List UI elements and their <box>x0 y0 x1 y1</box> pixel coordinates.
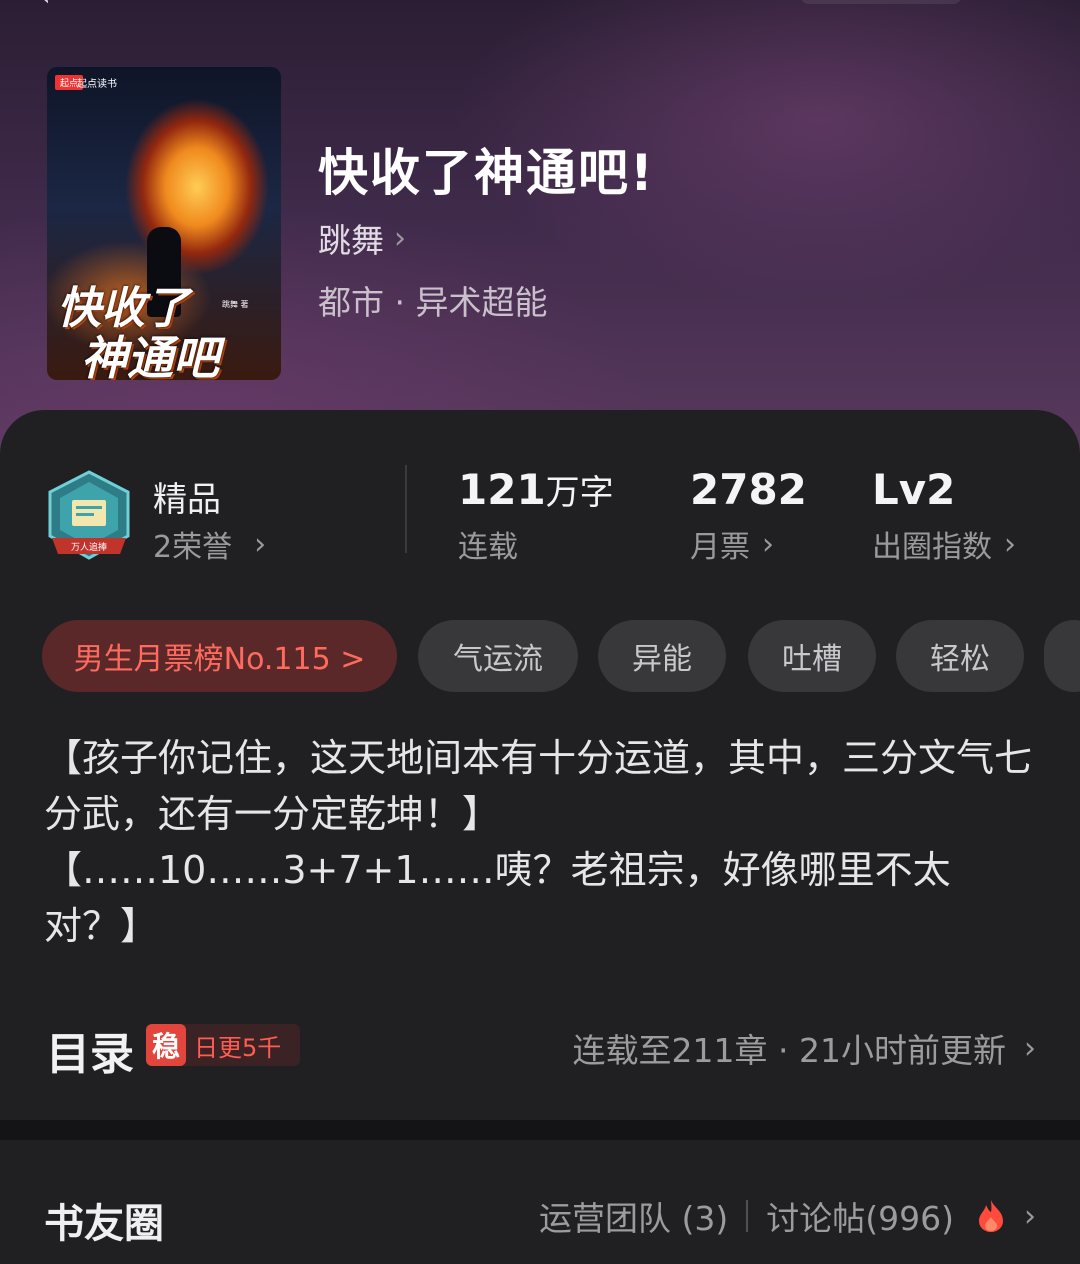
honor-title: 精品 <box>153 480 221 520</box>
tag-item[interactable]: 气运流 <box>418 620 578 692</box>
stat-word-count: 121万字 连载 <box>458 465 614 566</box>
book-cover[interactable]: 起点 起点读书 快收了 神通吧 跳舞 著 <box>47 67 281 380</box>
chevron-right-icon: › <box>254 526 267 562</box>
book-title: 快收了神通吧! <box>318 144 655 202</box>
tag-label: 异能 <box>632 642 692 677</box>
popularity-label: 出圈指数 <box>872 530 992 565</box>
toc-title[interactable]: 目录 <box>46 1018 134 1082</box>
community-title[interactable]: 书友圈 <box>44 1191 164 1249</box>
community-link[interactable]: 运营团队 (3) 讨论帖(996) › <box>539 1192 1036 1240</box>
tag-item[interactable]: 异能 <box>598 620 726 692</box>
cover-title-line2: 神通吧 <box>81 331 219 380</box>
honor-link[interactable]: 2荣誉 › <box>153 522 266 566</box>
popularity-level: Lv2 <box>872 465 956 514</box>
word-count-unit: 万字 <box>545 473 614 513</box>
operation-team: 运营团队 (3) <box>539 1199 729 1238</box>
honor-icon-caption: 万人追捧 <box>71 541 107 553</box>
update-rate: 日更5千 <box>194 1033 282 1062</box>
tag-label: 吐槽 <box>782 642 842 677</box>
word-count-label: 连载 <box>458 530 518 565</box>
top-pill <box>800 0 962 4</box>
genre-label: 都市 · 异术超能 <box>318 283 548 322</box>
honor-badge-icon[interactable]: 万人追捧 <box>44 470 134 562</box>
divider <box>746 1200 749 1232</box>
honor-count: 2荣誉 <box>153 530 233 565</box>
monthly-tickets-label: 月票 <box>690 530 750 565</box>
tag-label: 气运流 <box>453 642 543 677</box>
author-name: 跳舞 <box>318 221 384 260</box>
tag-rank[interactable]: 男生月票榜No.115 > <box>42 620 397 692</box>
tag-item[interactable]: 轻松 <box>896 620 1024 692</box>
cover-author-mark: 跳舞 著 <box>222 300 249 309</box>
chevron-right-icon: › <box>762 526 774 562</box>
toc-status: 连载至211章 · 21小时前更新 <box>572 1031 1006 1070</box>
fire-icon <box>976 1199 1006 1233</box>
update-badge: 稳 日更5千 <box>146 1024 300 1066</box>
stable-update-icon: 稳 <box>146 1024 186 1066</box>
chevron-right-icon: › <box>1004 526 1016 562</box>
chevron-right-icon: › <box>394 220 406 256</box>
toc-status-link[interactable]: 连载至211章 · 21小时前更新 › <box>573 1024 1036 1072</box>
monthly-tickets-value: 2782 <box>690 465 807 514</box>
chevron-right-icon: › <box>1024 1198 1036 1234</box>
intro-paragraph: 【……10……3+7+1……咦？老祖宗，好像哪里不太对？】 <box>44 848 951 948</box>
book-intro[interactable]: 【孩子你记住，这天地间本有十分运道，其中，三分文气七分武，还有一分定乾坤！】 【… <box>44 730 1034 954</box>
intro-paragraph: 【孩子你记住，这天地间本有十分运道，其中，三分文气七分武，还有一分定乾坤！】 <box>44 736 1033 836</box>
stats-divider <box>405 465 407 553</box>
back-arrow-icon[interactable]: ‹ <box>40 0 50 12</box>
tag-label: 男生月票榜No.115 > <box>73 642 366 677</box>
discussion-posts: 讨论帖(996) <box>766 1199 954 1238</box>
stat-monthly-tickets[interactable]: 2782 月票 › <box>690 465 807 566</box>
cover-brand: 起点读书 <box>77 79 117 90</box>
author-link[interactable]: 跳舞 › <box>318 214 406 262</box>
chevron-right-icon: › <box>1024 1030 1036 1066</box>
section-separator <box>0 1120 1080 1140</box>
word-count-value: 121 <box>458 465 546 514</box>
tag-item[interactable]: 吐槽 <box>748 620 876 692</box>
stat-popularity-index[interactable]: Lv2 出圈指数 › <box>872 465 1016 566</box>
tag-label: 轻松 <box>930 642 990 677</box>
